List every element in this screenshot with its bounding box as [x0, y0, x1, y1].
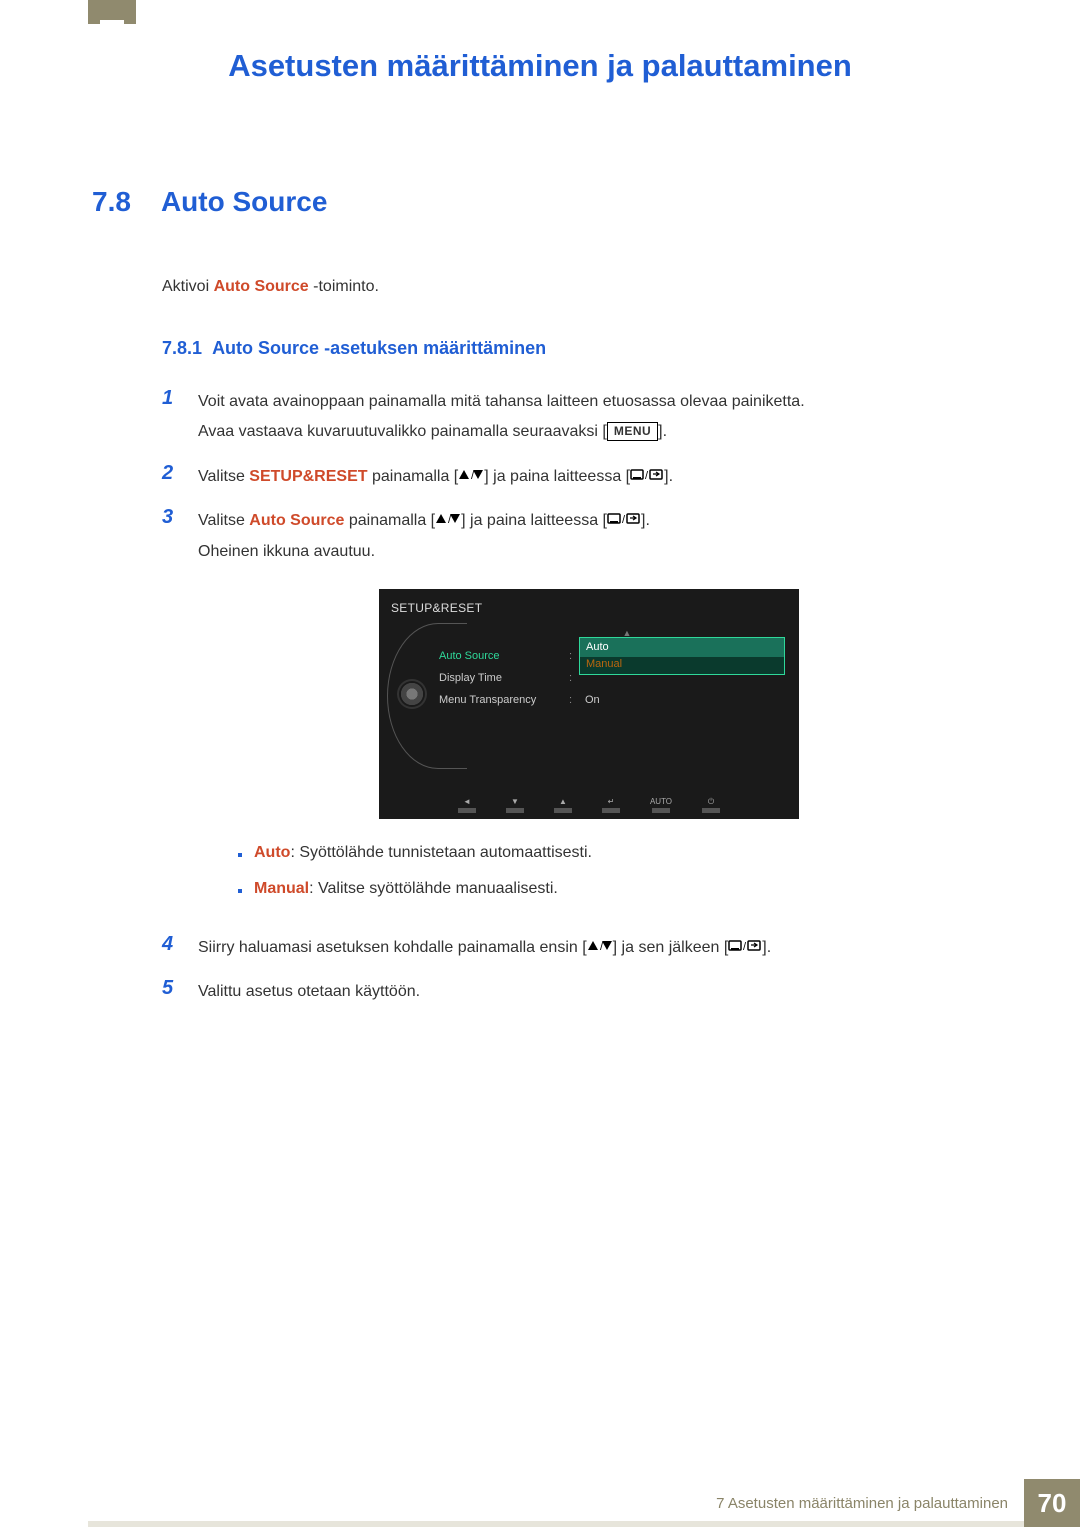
footer-page-number: 70	[1024, 1479, 1080, 1527]
osd-title: SETUP&RESET	[379, 589, 799, 626]
step-highlight: Auto Source	[249, 512, 344, 529]
step-3: 3 Valitse Auto Source painamalla [/] ja …	[162, 506, 980, 919]
step-body: Valittu asetus otetaan käyttöön.	[198, 977, 980, 1007]
step-4: 4 Siirry haluamasi asetuksen kohdalle pa…	[162, 933, 980, 963]
step-body: Valitse SETUP&RESET painamalla [/] ja pa…	[198, 462, 980, 492]
bullet-dot-icon	[238, 889, 242, 893]
section-number: 7.8	[92, 186, 131, 218]
step-number: 2	[162, 462, 180, 485]
header-tab-accent	[88, 0, 136, 24]
osd-label: Auto Source	[439, 646, 569, 667]
step-body: Valitse Auto Source painamalla [/] ja pa…	[198, 506, 980, 919]
intro-highlight: Auto Source	[214, 278, 309, 295]
osd-dropdown: Auto Manual	[579, 637, 785, 675]
osd-option-manual: Manual	[586, 657, 778, 672]
step-number: 4	[162, 933, 180, 956]
section-title: Auto Source	[161, 186, 327, 218]
step-body: Voit avata avainoppaan painamalla mitä t…	[198, 387, 980, 448]
osd-button-hints: ◄ ▼ ▲ ↵ AUTO ⏻	[379, 798, 799, 813]
osd-row-auto-source: Auto Source : Auto Manual	[439, 646, 785, 666]
bullet-dot-icon	[238, 853, 242, 857]
svg-text:/: /	[645, 470, 649, 481]
osd-option-auto: Auto	[580, 638, 784, 657]
options-list: Auto: Syöttölähde tunnistetaan automaatt…	[238, 841, 980, 901]
osd-hint-auto: AUTO	[650, 798, 672, 813]
chapter-title: Asetusten määrittäminen ja palauttaminen	[100, 48, 980, 84]
up-down-triangle-icon: /	[587, 940, 613, 952]
svg-text:/: /	[622, 514, 626, 525]
osd-label: Menu Transparency	[439, 690, 569, 711]
osd-label: Display Time	[439, 668, 569, 689]
osd-row-menu-transparency: Menu Transparency : On	[439, 690, 785, 710]
menu-button-icon: MENU	[607, 422, 658, 441]
osd-hint-power-icon: ⏻	[702, 798, 720, 813]
up-down-triangle-icon: /	[435, 513, 461, 525]
osd-hint-enter-icon: ↵	[602, 798, 620, 813]
bullet-manual: Manual: Valitse syöttölähde manuaalisest…	[238, 877, 980, 901]
page-content: 7.8 Auto Source Aktivoi Auto Source -toi…	[92, 186, 980, 1022]
step-1: 1 Voit avata avainoppaan painamalla mitä…	[162, 387, 980, 448]
up-down-triangle-icon: /	[458, 469, 484, 481]
step-body: Siirry haluamasi asetuksen kohdalle pain…	[198, 933, 980, 963]
source-enter-icon: /	[728, 940, 762, 952]
step-5: 5 Valittu asetus otetaan käyttöön.	[162, 977, 980, 1007]
osd-hint-down-icon: ▼	[506, 798, 524, 813]
osd-hint-back-icon: ◄	[458, 798, 476, 813]
bullet-auto: Auto: Syöttölähde tunnistetaan automaatt…	[238, 841, 980, 865]
step-2: 2 Valitse SETUP&RESET painamalla [/] ja …	[162, 462, 980, 492]
osd-panel: SETUP&RESET ▲ Auto Source : Auto Manual	[379, 589, 799, 819]
osd-screenshot: SETUP&RESET ▲ Auto Source : Auto Manual	[198, 589, 980, 819]
step-number: 1	[162, 387, 180, 410]
section-heading: 7.8 Auto Source	[92, 186, 980, 218]
source-enter-icon: /	[607, 513, 641, 525]
subsection-heading: 7.8.1 Auto Source -asetuksen määrittämin…	[162, 338, 980, 359]
osd-value: On	[579, 690, 785, 711]
steps-list: 1 Voit avata avainoppaan painamalla mitä…	[162, 387, 980, 1008]
osd-hint-up-icon: ▲	[554, 798, 572, 813]
intro-text: Aktivoi Auto Source -toiminto.	[162, 278, 980, 296]
source-enter-icon: /	[630, 469, 664, 481]
svg-text:/: /	[743, 941, 747, 952]
page-footer: 7 Asetusten määrittäminen ja palauttamin…	[88, 1479, 1080, 1527]
step-number: 5	[162, 977, 180, 1000]
step-number: 3	[162, 506, 180, 529]
osd-body: ▲ Auto Source : Auto Manual Display T	[439, 625, 785, 712]
gear-icon	[399, 681, 425, 707]
footer-chapter-label: 7 Asetusten määrittäminen ja palauttamin…	[716, 1479, 1024, 1527]
step-highlight: SETUP&RESET	[249, 468, 367, 485]
